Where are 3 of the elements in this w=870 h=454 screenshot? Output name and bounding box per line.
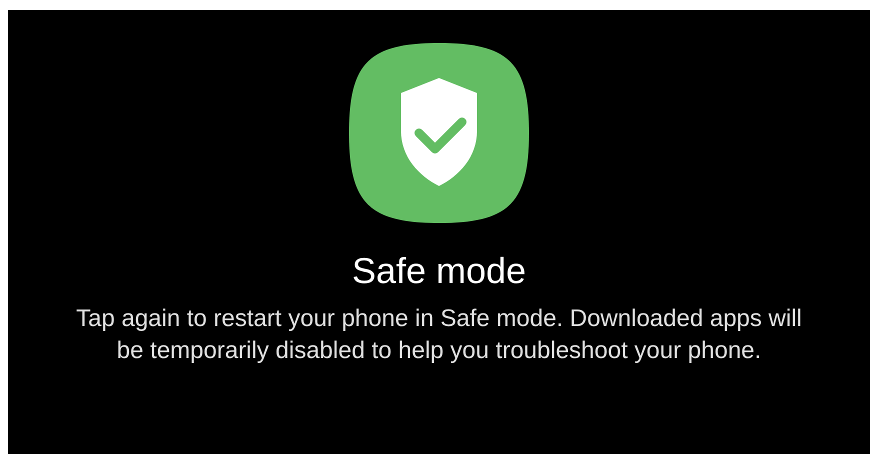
dialog-message: Tap again to restart your phone in Safe mode. Downloaded apps will be temporarily disabled to help you troubleshoot your phone.	[75, 304, 803, 366]
shield-check-icon	[349, 43, 529, 223]
dialog-title: Safe mode	[352, 249, 526, 293]
